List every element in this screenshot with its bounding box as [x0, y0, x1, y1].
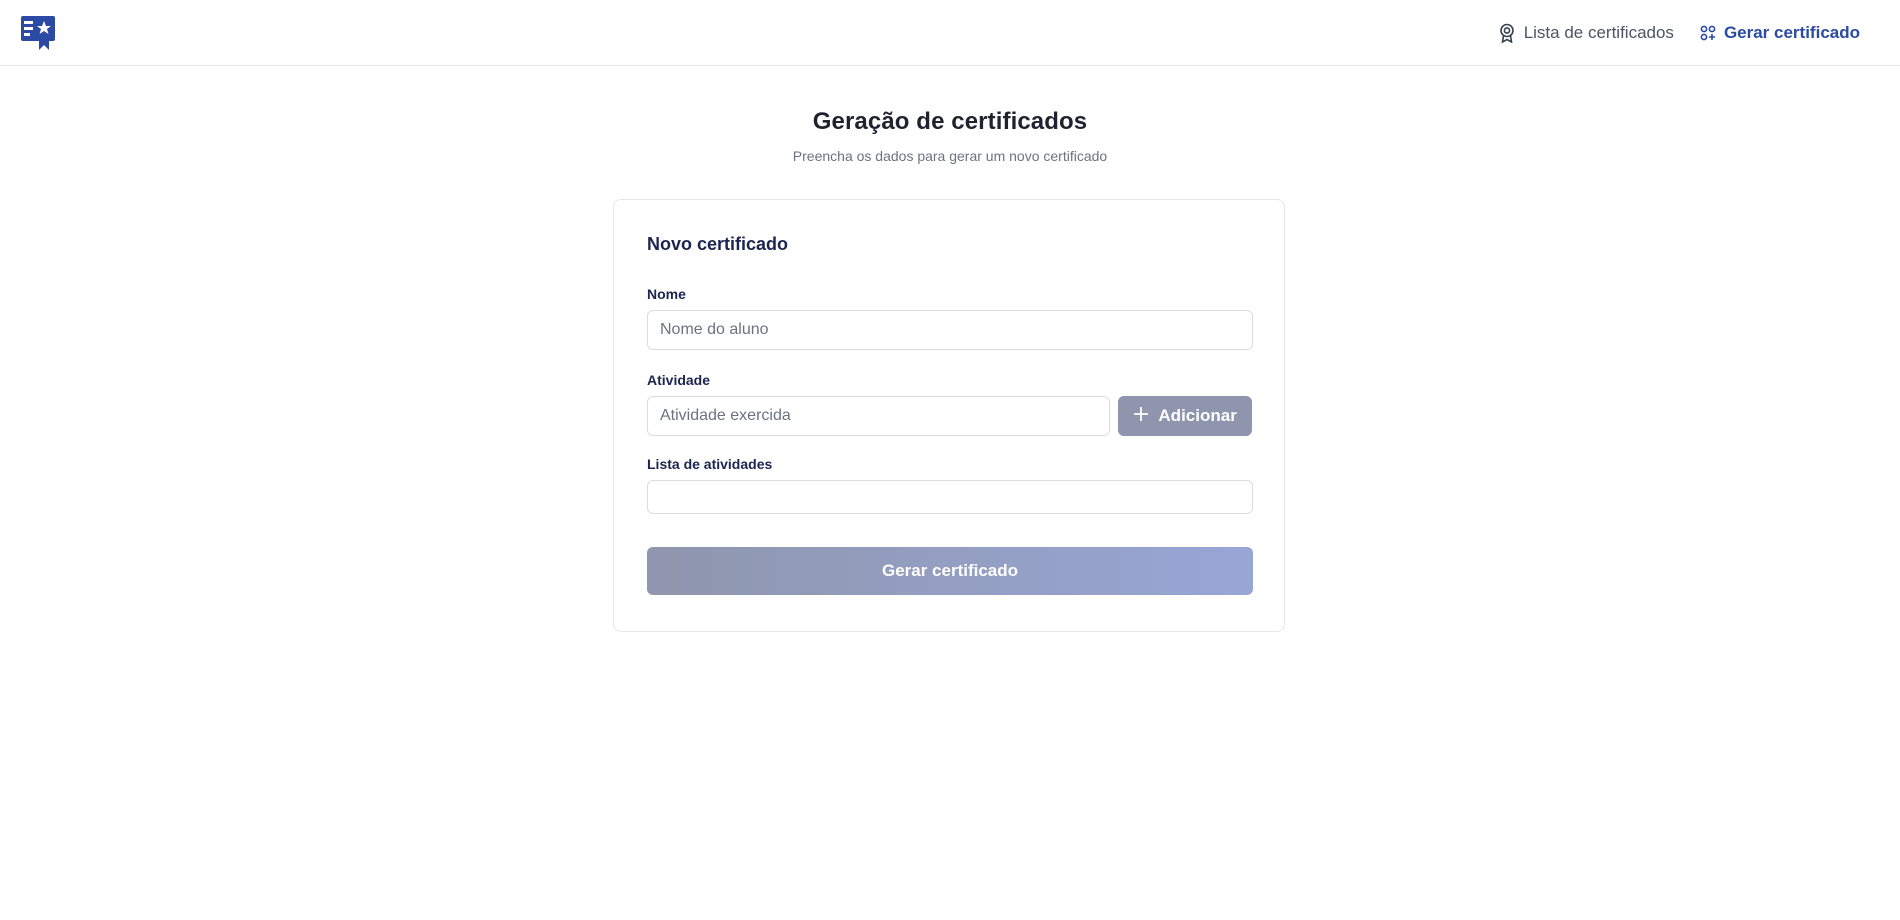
nav-label: Gerar certificado — [1723, 22, 1860, 42]
add-button-label: Adicionar — [1158, 406, 1237, 425]
nav-label: Lista de certificados — [1523, 22, 1674, 42]
grid-icon — [1700, 25, 1716, 41]
logo-icon[interactable] — [20, 15, 56, 51]
activity-input[interactable] — [647, 396, 1111, 436]
activities-list — [647, 480, 1253, 514]
plus-icon — [1133, 406, 1149, 427]
add-activity-button[interactable]: Adicionar — [1118, 396, 1252, 436]
certificate-form-card: Novo certificado Nome Atividade Adiciona… — [613, 199, 1285, 632]
top-navbar: Lista de certificados Gerar certificado — [0, 0, 1900, 66]
nav-lista-certificados[interactable]: Lista de certificados — [1498, 23, 1674, 43]
form-title: Novo certificado — [647, 234, 789, 254]
activity-label: Atividade — [647, 372, 711, 388]
generate-certificate-button[interactable]: Gerar certificado — [647, 547, 1253, 595]
activities-list-label: Lista de atividades — [647, 456, 773, 472]
page-subtitle: Preencha os dados para gerar um novo cer… — [792, 148, 1108, 164]
nav-gerar-certificado[interactable]: Gerar certificado — [1700, 23, 1860, 43]
award-icon — [1498, 23, 1516, 43]
name-input[interactable] — [647, 310, 1253, 350]
name-label: Nome — [647, 286, 686, 302]
activity-row: Adicionar — [647, 396, 1252, 436]
main-nav: Lista de certificados Gerar certificado — [1498, 23, 1860, 43]
page-title: Geração de certificados — [812, 108, 1088, 135]
page-heading: Geração de certificados Preencha os dado… — [0, 108, 1900, 164]
